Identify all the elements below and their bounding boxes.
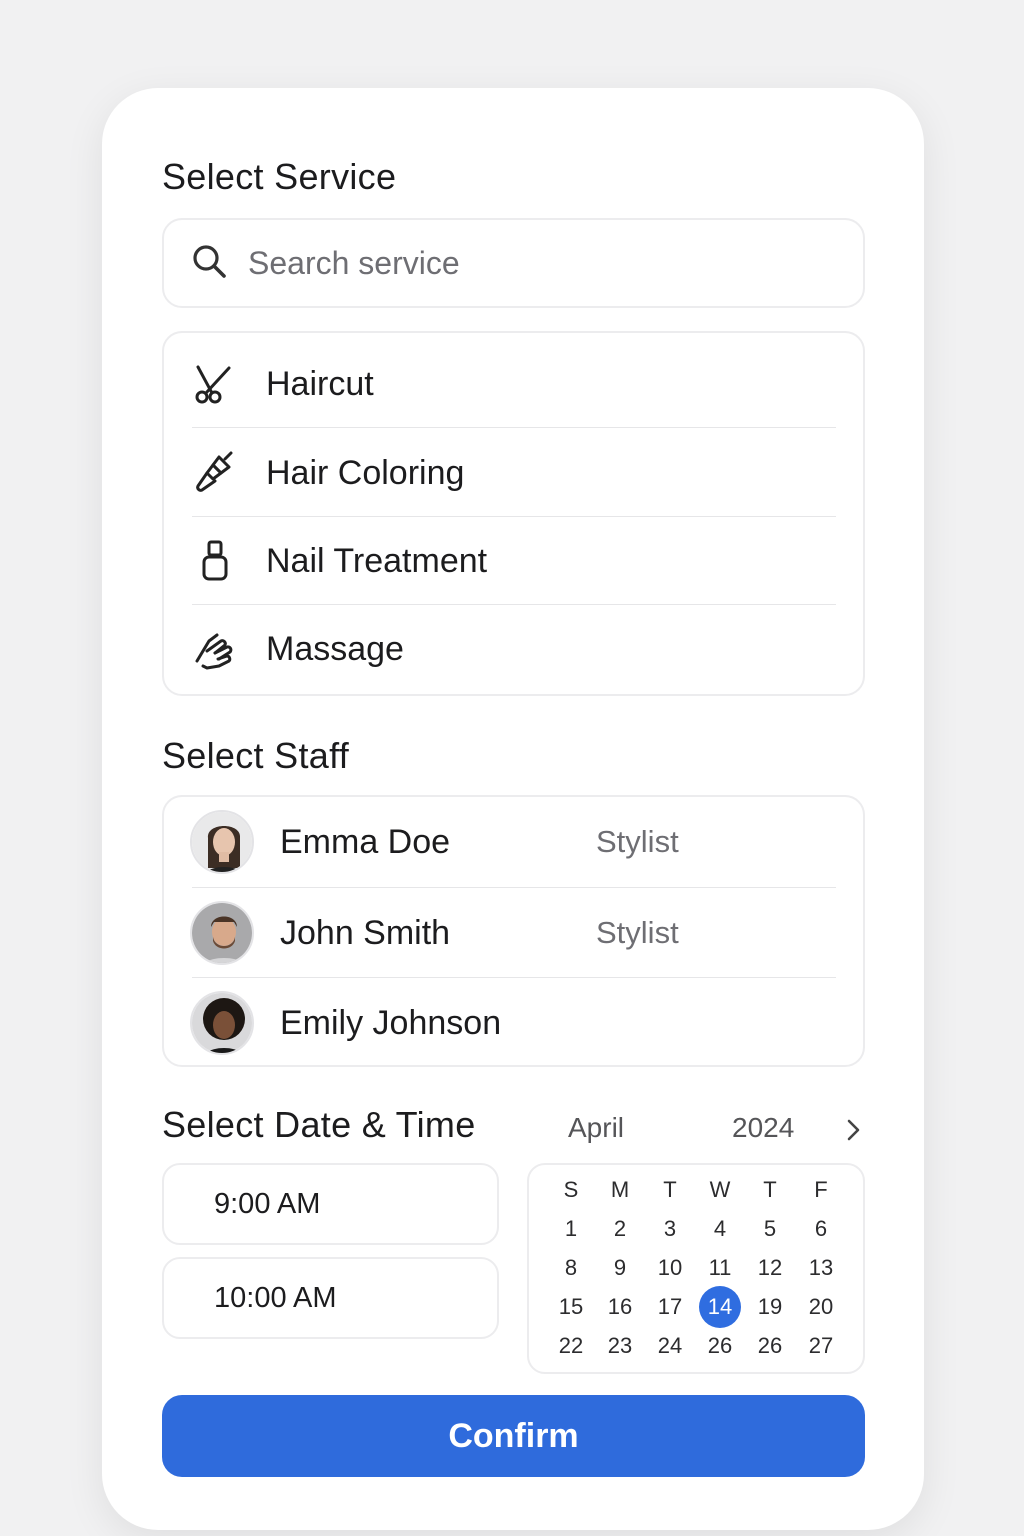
- staff-item-emily-johnson[interactable]: Emily Johnson: [190, 978, 840, 1068]
- weekday-label: M: [610, 1177, 630, 1202]
- calendar-day[interactable]: 23: [598, 1331, 642, 1361]
- calendar-day[interactable]: 24: [648, 1331, 692, 1361]
- time-slot-9am[interactable]: 9:00 AM: [162, 1163, 499, 1245]
- staff-name: Emily Johnson: [280, 1003, 502, 1042]
- search-placeholder: Search service: [248, 244, 460, 281]
- calendar-day[interactable]: 10: [648, 1253, 692, 1283]
- nail-polish-icon: [192, 538, 238, 584]
- hand-icon: [192, 626, 238, 672]
- confirm-button[interactable]: Confirm: [162, 1395, 865, 1477]
- service-item-haircut[interactable]: Haircut: [192, 340, 836, 428]
- calendar-day[interactable]: 12: [748, 1253, 792, 1283]
- calendar-day[interactable]: 3: [648, 1214, 692, 1244]
- staff-section-title: Select Staff: [162, 735, 350, 776]
- calendar-day[interactable]: 20: [799, 1292, 843, 1322]
- calendar-day[interactable]: 16: [598, 1292, 642, 1322]
- weekday-label: T: [663, 1177, 677, 1202]
- service-item-nail-treatment[interactable]: Nail Treatment: [192, 517, 836, 605]
- service-label: Haircut: [266, 364, 374, 403]
- calendar-month[interactable]: April: [568, 1112, 624, 1144]
- calendar-day[interactable]: 9: [598, 1253, 642, 1283]
- brush-icon: [192, 450, 238, 496]
- weekday-label: W: [709, 1177, 731, 1202]
- calendar-day-selected[interactable]: 14: [698, 1292, 742, 1322]
- calendar-day[interactable]: 2: [598, 1214, 642, 1244]
- weekday-label: S: [563, 1177, 579, 1202]
- calendar-day[interactable]: 26: [698, 1331, 742, 1361]
- calendar-day[interactable]: 8: [549, 1253, 593, 1283]
- calendar-day[interactable]: 11: [698, 1253, 742, 1283]
- calendar-day[interactable]: 22: [549, 1331, 593, 1361]
- weekday-label: F: [814, 1177, 828, 1202]
- calendar-day[interactable]: 6: [799, 1214, 843, 1244]
- service-list: Haircut Hair Coloring Nail Treatment Mas…: [162, 331, 865, 696]
- staff-name: John Smith: [280, 913, 451, 952]
- search-icon: [190, 242, 228, 285]
- calendar-day[interactable]: 19: [748, 1292, 792, 1322]
- calendar-grid: S M T W T F 1 2 3 4 5 6 8 9 10 11 12 13 15 16 17 14 19 20 22 23 24…: [527, 1163, 865, 1374]
- staff-list: Emma Doe Stylist John Smith Stylist Emil…: [162, 795, 865, 1067]
- weekday-label: T: [763, 1177, 777, 1202]
- time-slot-10am[interactable]: 10:00 AM: [162, 1257, 499, 1339]
- calendar-day[interactable]: 26: [748, 1331, 792, 1361]
- calendar-day[interactable]: 4: [698, 1214, 742, 1244]
- avatar: [190, 810, 254, 874]
- calendar-day[interactable]: 13: [799, 1253, 843, 1283]
- service-label: Massage: [266, 629, 404, 668]
- staff-name: Emma Doe: [280, 822, 451, 861]
- calendar-day[interactable]: 5: [748, 1214, 792, 1244]
- service-section-title: Select Service: [162, 156, 397, 197]
- calendar-day[interactable]: 17: [648, 1292, 692, 1322]
- staff-role: Stylist: [596, 824, 679, 859]
- service-label: Hair Coloring: [266, 453, 465, 492]
- staff-item-emma-doe[interactable]: Emma Doe Stylist: [190, 797, 840, 887]
- calendar-day[interactable]: 27: [799, 1331, 843, 1361]
- staff-item-john-smith[interactable]: John Smith Stylist: [190, 888, 840, 978]
- scissors-icon: [192, 361, 238, 407]
- avatar: [190, 901, 254, 965]
- staff-role: Stylist: [596, 915, 679, 950]
- calendar-year[interactable]: 2024: [732, 1112, 794, 1144]
- search-input[interactable]: Search service: [162, 218, 865, 308]
- chevron-right-icon[interactable]: [842, 1117, 864, 1148]
- service-item-massage[interactable]: Massage: [192, 605, 836, 693]
- calendar-day[interactable]: 1: [549, 1214, 593, 1244]
- calendar-day[interactable]: 15: [549, 1292, 593, 1322]
- service-label: Nail Treatment: [266, 541, 488, 580]
- divider: [192, 427, 836, 428]
- datetime-section-title: Select Date & Time: [162, 1104, 476, 1145]
- avatar: [190, 991, 254, 1055]
- service-item-hair-coloring[interactable]: Hair Coloring: [192, 429, 836, 517]
